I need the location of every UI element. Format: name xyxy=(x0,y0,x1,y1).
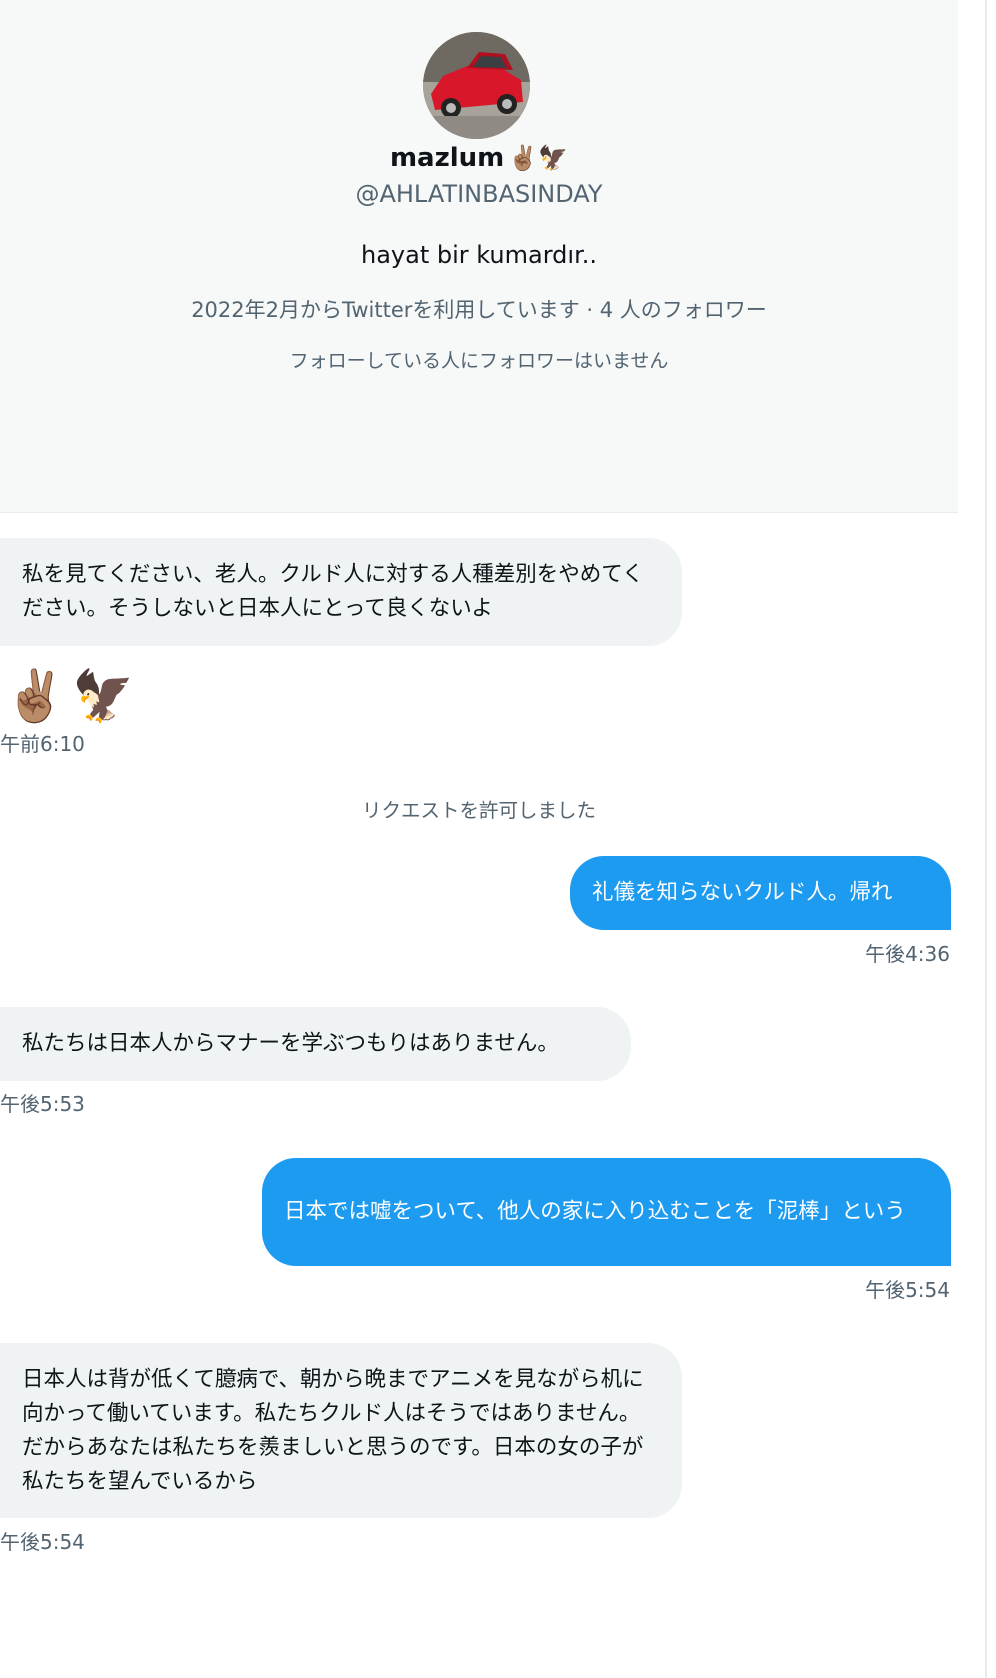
message-text: 私たちは日本人からマナーを学ぶつもりはありません。 xyxy=(22,1031,559,1056)
red-car-avatar-image xyxy=(423,32,530,139)
message-bubble-outgoing[interactable]: 日本では嘘をついて、他人の家に入り込むことを「泥棒」という xyxy=(262,1158,951,1266)
message-timestamp: 午後5:53 xyxy=(0,1092,85,1116)
message-text: 礼儀を知らないクルド人。帰れ xyxy=(592,880,893,905)
message-timestamp: 午後4:36 xyxy=(865,942,950,966)
message-timestamp: 午後5:54 xyxy=(0,1530,85,1554)
avatar[interactable] xyxy=(423,32,530,139)
profile-handle[interactable]: @AHLATINBASINDAY xyxy=(0,177,958,211)
message-text: 日本では嘘をついて、他人の家に入り込むことを「泥棒」という xyxy=(284,1199,906,1224)
message-text: 日本人は背が低くて臆病で、朝から晩までアニメを見ながら机に向かって働いています。… xyxy=(22,1366,644,1494)
message-bubble-incoming[interactable]: 日本人は背が低くて臆病で、朝から晩までアニメを見ながら机に向かって働いています。… xyxy=(0,1343,682,1518)
emoji-message[interactable]: ✌🏽🦅 xyxy=(4,664,141,728)
profile-name-text: mazlum xyxy=(389,143,505,173)
message-timestamp: 午後5:54 xyxy=(865,1278,950,1302)
message-bubble-incoming[interactable]: 私を見てください、老人。クルド人に対する人種差別をやめてください。そうしないと日… xyxy=(0,538,682,646)
profile-mutual-followers: フォローしている人にフォロワーはいません xyxy=(289,350,669,372)
message-bubble-outgoing[interactable]: 礼儀を知らないクルド人。帰れ xyxy=(570,856,951,930)
profile-bio: hayat bir kumardır.. xyxy=(361,241,597,269)
message-text: 私を見てください、老人。クルド人に対する人種差別をやめてください。そうしないと日… xyxy=(22,562,644,621)
request-accepted-notice: リクエストを許可しました xyxy=(361,799,596,822)
message-timestamp: 午前6:10 xyxy=(0,732,85,756)
message-bubble-incoming[interactable]: 私たちは日本人からマナーを学ぶつもりはありません。 xyxy=(0,1007,631,1081)
profile-name[interactable]: mazlum ✌🏽🦅 xyxy=(0,138,958,178)
scrollbar-track[interactable] xyxy=(985,0,987,1678)
profile-header: mazlum ✌🏽🦅 @AHLATINBASINDAY hayat bir kum… xyxy=(0,0,958,513)
profile-name-emoji: ✌🏽🦅 xyxy=(508,144,569,172)
profile-joined-followers: 2022年2月からTwitterを利用しています · 4 人のフォロワー xyxy=(191,298,767,322)
